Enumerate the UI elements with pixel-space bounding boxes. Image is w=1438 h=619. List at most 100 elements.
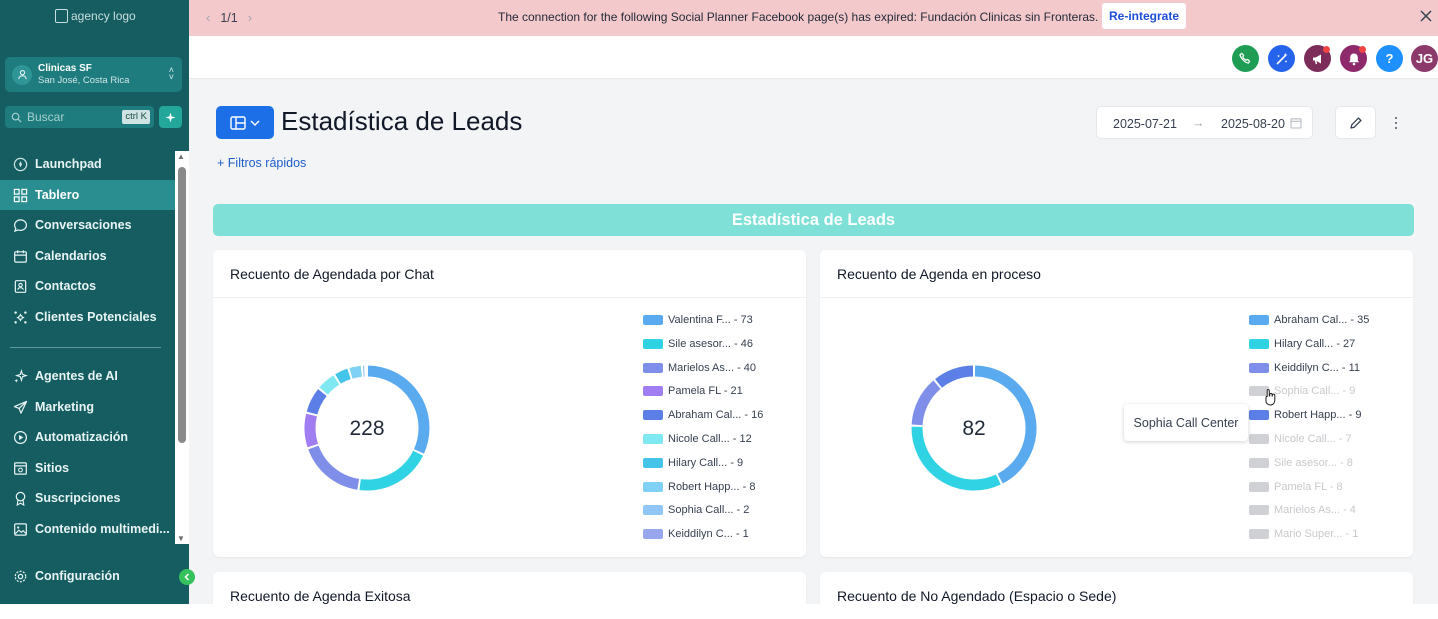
reintegrate-button[interactable]: Re-integrate	[1102, 3, 1186, 29]
bell-icon	[1348, 53, 1359, 65]
sidebar-item-automatizacion[interactable]: Automatización	[0, 422, 175, 452]
legend-item[interactable]: Hilary Call... - 9	[643, 456, 743, 470]
sidebar-item-clientes-potenciales[interactable]: Clientes Potenciales	[0, 302, 175, 332]
sidebar-item-label: Contactos	[35, 279, 97, 293]
hand-cursor-icon	[1265, 388, 1276, 406]
badge-icon	[12, 490, 28, 506]
agency-logo[interactable]: agency logo	[55, 9, 136, 23]
sidebar-item-tablero[interactable]: Tablero	[0, 180, 175, 210]
legend-item[interactable]: Nicole Call... - 7	[1249, 432, 1352, 446]
account-switcher[interactable]: Clinicas SF San José, Costa Rica ˄ ˅	[5, 57, 182, 92]
sidebar-item-sitios[interactable]: Sitios	[0, 453, 175, 483]
donut-slice[interactable]	[306, 389, 327, 415]
notification-dot	[1323, 46, 1330, 53]
collapse-sidebar-button[interactable]	[179, 569, 195, 585]
sidebar-item-contenido-multimedia[interactable]: Contenido multimedi...	[0, 514, 175, 544]
legend-swatch	[1249, 434, 1269, 444]
sidebar-item-launchpad[interactable]: Launchpad	[0, 149, 175, 179]
help-button[interactable]: ?	[1376, 45, 1403, 72]
close-icon[interactable]	[1417, 7, 1435, 25]
legend-item[interactable]: Robert Happ... - 9	[1249, 408, 1361, 422]
legend-item[interactable]: Keiddilyn C... - 1	[643, 527, 749, 541]
sidebar-item-conversaciones[interactable]: Conversaciones	[0, 210, 175, 240]
legend-swatch	[643, 457, 663, 468]
legend-swatch	[1249, 457, 1269, 468]
phone-icon	[1239, 52, 1251, 64]
card-title: Recuento de Agendada por Chat	[230, 266, 434, 282]
legend-label: Sophia Call... - 2	[668, 504, 750, 517]
legend-label: Nicole Call... - 7	[1274, 433, 1352, 445]
sidebar-item-marketing[interactable]: Marketing	[0, 392, 175, 422]
scroll-down-icon[interactable]: ▼	[177, 534, 185, 543]
quick-action-button[interactable]	[159, 106, 182, 128]
sidebar-item-configuracion[interactable]: Configuración	[0, 561, 175, 591]
arrow-right-icon: →	[1192, 116, 1205, 130]
sidebar-item-calendarios[interactable]: Calendarios	[0, 241, 175, 271]
donut-slice[interactable]	[935, 365, 974, 388]
chevron-left-icon[interactable]: ‹	[206, 10, 210, 25]
legend-item[interactable]: Abraham Cal... - 35	[1249, 313, 1369, 327]
legend-item[interactable]: Pamela FL - 8	[1249, 480, 1343, 494]
legend-item[interactable]: Hilary Call... - 27	[1249, 337, 1355, 351]
legend-swatch	[643, 505, 663, 516]
automation-icon	[12, 429, 28, 445]
broken-image-icon	[55, 9, 68, 23]
dashboard-switcher-button[interactable]	[216, 106, 274, 139]
chart-card-agendada-por-chat: Recuento de Agendada por Chat 228 Valent…	[213, 250, 806, 557]
magic-icon	[1275, 52, 1287, 65]
notifications-button[interactable]	[1340, 45, 1367, 72]
legend-swatch	[1249, 481, 1269, 492]
donut-slice[interactable]	[349, 365, 362, 379]
donut-slice[interactable]	[335, 368, 351, 384]
legend-item[interactable]: Keiddilyn C... - 11	[1249, 361, 1360, 375]
chevron-updown-icon: ˄ ˅	[168, 65, 174, 82]
sparkle-icon	[12, 368, 28, 384]
legend-item[interactable]: Sophia Call... - 2	[643, 503, 749, 517]
legend-label: Sophia Call... - 9	[1274, 385, 1356, 398]
legend-item[interactable]: Sile asesor... - 8	[1249, 456, 1353, 470]
chevron-right-icon[interactable]: ›	[248, 10, 252, 25]
magic-button[interactable]	[1268, 45, 1295, 72]
sidebar-item-suscripciones[interactable]: Suscripciones	[0, 483, 175, 513]
more-options-icon[interactable]	[1390, 114, 1402, 132]
legend-item[interactable]: Pamela FL - 21	[643, 384, 743, 398]
scroll-up-icon[interactable]: ▲	[177, 152, 185, 161]
chart-card-agenda-exitosa: Recuento de Agenda Exitosa	[213, 572, 806, 604]
legend-item[interactable]: Marielos As... - 40	[643, 361, 756, 375]
avatar[interactable]: JG	[1411, 45, 1438, 72]
edit-dashboard-button[interactable]	[1335, 106, 1376, 139]
legend-item[interactable]: Mario Super... - 1	[1249, 527, 1358, 541]
account-icon	[12, 64, 32, 85]
legend-swatch	[1249, 505, 1269, 516]
sidebar-item-label: Marketing	[35, 400, 95, 414]
scrollbar-thumb[interactable]	[178, 167, 186, 443]
legend-label: Keiddilyn C... - 11	[1274, 361, 1361, 374]
sidebar-item-label: Agentes de AI	[35, 369, 118, 383]
sidebar-item-contactos[interactable]: Contactos	[0, 271, 175, 301]
legend-swatch	[1249, 338, 1269, 349]
legend-item[interactable]: Abraham Cal... - 16	[643, 408, 763, 422]
pencil-icon	[1349, 116, 1362, 129]
sidebar-item-agentes-de-ai[interactable]: Agentes de AI	[0, 361, 175, 391]
announcements-button[interactable]	[1304, 45, 1331, 72]
legend-item[interactable]: Robert Happ... - 8	[643, 480, 755, 494]
account-location: San José, Costa Rica	[38, 74, 130, 86]
donut-slice[interactable]	[308, 445, 360, 490]
quick-filters-label: Filtros rápidos	[227, 156, 307, 170]
banner-message: The connection for the following Social …	[498, 10, 1099, 24]
sidebar-scrollbar[interactable]: ▲ ▼	[175, 151, 189, 544]
legend-item[interactable]: Sile asesor... - 46	[643, 337, 753, 351]
phone-button[interactable]	[1232, 45, 1259, 72]
legend-swatch	[643, 481, 663, 492]
donut-total: 228	[349, 417, 385, 440]
search-input[interactable]: Buscar ctrl K	[5, 106, 154, 128]
legend-item[interactable]: Marielos As... - 4	[1249, 503, 1356, 517]
donut-slice[interactable]	[359, 450, 424, 491]
legend-item[interactable]: Valentina F... - 73	[643, 313, 753, 327]
quick-filters-button[interactable]: + Filtros rápidos	[217, 156, 306, 170]
legend-item[interactable]: Nicole Call... - 12	[643, 432, 752, 446]
avatar-initials: JG	[1415, 51, 1434, 66]
calendar-icon	[12, 248, 28, 264]
donut-slice[interactable]	[319, 375, 340, 395]
date-range-picker[interactable]: 2025-07-21 → 2025-08-20	[1096, 106, 1313, 139]
